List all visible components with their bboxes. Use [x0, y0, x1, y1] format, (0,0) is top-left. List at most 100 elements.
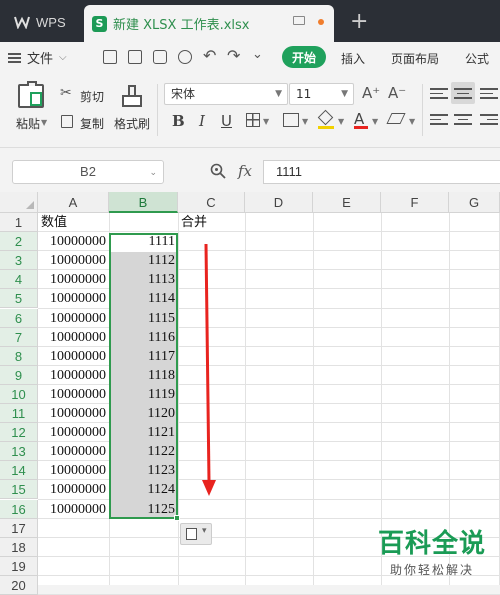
chevron-down-icon[interactable]: ▼	[372, 117, 378, 126]
copy-button[interactable]: 复制	[80, 115, 104, 132]
chevron-down-icon[interactable]: ▼	[409, 117, 415, 126]
tab-start[interactable]: 开始	[282, 46, 326, 68]
new-tab-button[interactable]: +	[350, 9, 368, 34]
cell-a5[interactable]: 10000000	[38, 289, 109, 308]
tab-formula[interactable]: 公式	[465, 50, 489, 67]
cell-a12[interactable]: 10000000	[38, 423, 109, 442]
row-header-12[interactable]: 12	[0, 423, 38, 443]
row-header-4[interactable]: 4	[0, 270, 38, 290]
cell-b12[interactable]: 1121	[109, 423, 178, 442]
cell-b6[interactable]: 1115	[109, 309, 178, 328]
paste-icon[interactable]	[18, 81, 44, 108]
cell-a9[interactable]: 10000000	[38, 366, 109, 385]
column-header-a[interactable]: A	[38, 192, 109, 213]
font-color-button[interactable]: A	[354, 110, 368, 130]
cell-b7[interactable]: 1116	[109, 328, 178, 347]
cell-a14[interactable]: 10000000	[38, 461, 109, 480]
grow-font-button[interactable]: A⁺	[362, 84, 380, 102]
row-header-7[interactable]: 7	[0, 327, 38, 347]
chevron-down-icon[interactable]: ▼	[263, 117, 269, 126]
cell-b11[interactable]: 1120	[109, 404, 178, 423]
cell-a10[interactable]: 10000000	[38, 385, 109, 404]
tab-insert[interactable]: 插入	[341, 50, 365, 67]
cell-c1[interactable]: 合并	[178, 213, 245, 232]
row-header-9[interactable]: 9	[0, 365, 38, 385]
row-header-16[interactable]: 16	[0, 499, 38, 519]
paste-options-button[interactable]: ▾	[180, 523, 212, 545]
column-header-b[interactable]: B	[109, 192, 178, 213]
cut-button[interactable]: 剪切	[80, 88, 104, 105]
format-painter-icon[interactable]	[122, 85, 142, 107]
column-header-c[interactable]: C	[178, 192, 245, 213]
row-header-11[interactable]: 11	[0, 404, 38, 423]
cell-a8[interactable]: 10000000	[38, 347, 109, 366]
font-size-select[interactable]: 11 ▼	[289, 83, 354, 105]
cell-b16[interactable]: 1125	[109, 500, 178, 519]
export-icon[interactable]	[128, 50, 142, 64]
row-header-1[interactable]: 1	[0, 213, 38, 232]
wps-home-tab[interactable]: WPS	[6, 8, 82, 36]
row-header-5[interactable]: 5	[0, 289, 38, 309]
customize-toolbar-icon[interactable]: ⌄	[252, 47, 263, 62]
align-left-icon[interactable]	[430, 114, 448, 128]
row-header-18[interactable]: 18	[0, 537, 38, 557]
cell-b13[interactable]: 1122	[109, 442, 178, 461]
column-header-f[interactable]: F	[381, 192, 449, 213]
save-icon[interactable]	[103, 50, 117, 64]
cell-b9[interactable]: 1118	[109, 366, 178, 385]
print-preview-icon[interactable]	[178, 50, 192, 64]
row-header-17[interactable]: 17	[0, 518, 38, 538]
cell-b4[interactable]: 1113	[109, 270, 178, 289]
paste-button[interactable]: 粘贴	[16, 115, 40, 132]
cell-a11[interactable]: 10000000	[38, 404, 109, 423]
cell-a2[interactable]: 10000000	[38, 232, 109, 251]
fx-icon[interactable]: fx	[238, 162, 252, 180]
cell-a7[interactable]: 10000000	[38, 328, 109, 347]
monitor-icon[interactable]	[293, 16, 305, 25]
row-header-6[interactable]: 6	[0, 308, 38, 328]
row-header-20[interactable]: 20	[0, 575, 38, 595]
cell-b5[interactable]: 1114	[109, 289, 178, 308]
chevron-down-icon[interactable]: ▼	[338, 117, 344, 126]
align-center-icon[interactable]	[454, 114, 472, 128]
print-icon[interactable]	[153, 50, 167, 64]
row-header-10[interactable]: 10	[0, 384, 38, 404]
name-box[interactable]: B2 ⌄	[12, 160, 164, 184]
font-name-select[interactable]: 宋体 ▼	[164, 83, 288, 105]
row-header-3[interactable]: 3	[0, 251, 38, 271]
chevron-down-icon[interactable]: ▼	[302, 117, 308, 126]
row-header-8[interactable]: 8	[0, 346, 38, 366]
cell-a13[interactable]: 10000000	[38, 442, 109, 461]
cell-b8[interactable]: 1117	[109, 347, 178, 366]
align-right-icon[interactable]	[480, 114, 498, 128]
cell-a4[interactable]: 10000000	[38, 270, 109, 289]
column-header-g[interactable]: G	[449, 192, 500, 213]
select-all-corner[interactable]	[0, 192, 38, 213]
fill-color-icon[interactable]	[317, 109, 334, 129]
align-middle-icon[interactable]	[454, 88, 472, 102]
format-painter-button[interactable]: 格式刷	[114, 115, 150, 132]
cell-b3[interactable]: 1112	[109, 251, 178, 270]
cell-b14[interactable]: 1123	[109, 461, 178, 480]
cell-b15[interactable]: 1124	[109, 480, 178, 499]
cell-a16[interactable]: 10000000	[38, 500, 109, 519]
formula-input[interactable]: 1111	[263, 160, 500, 184]
row-header-19[interactable]: 19	[0, 556, 38, 576]
row-header-14[interactable]: 14	[0, 461, 38, 481]
zoom-icon[interactable]	[210, 163, 226, 179]
border-icon[interactable]	[246, 113, 260, 127]
cell-a15[interactable]: 10000000	[38, 480, 109, 499]
tab-page-layout[interactable]: 页面布局	[391, 50, 439, 67]
cell-b10[interactable]: 1119	[109, 385, 178, 404]
align-top-icon[interactable]	[430, 88, 448, 102]
italic-button[interactable]: I	[199, 112, 205, 130]
align-bottom-icon[interactable]	[480, 88, 498, 102]
column-header-e[interactable]: E	[313, 192, 381, 213]
undo-icon[interactable]: ↶	[203, 46, 216, 65]
bold-button[interactable]: B	[172, 112, 185, 130]
redo-icon[interactable]: ↷	[227, 46, 240, 65]
row-header-13[interactable]: 13	[0, 442, 38, 462]
fill-handle[interactable]	[174, 515, 180, 521]
cell-b2[interactable]: 1111	[109, 232, 178, 251]
shrink-font-button[interactable]: A⁻	[388, 84, 406, 102]
